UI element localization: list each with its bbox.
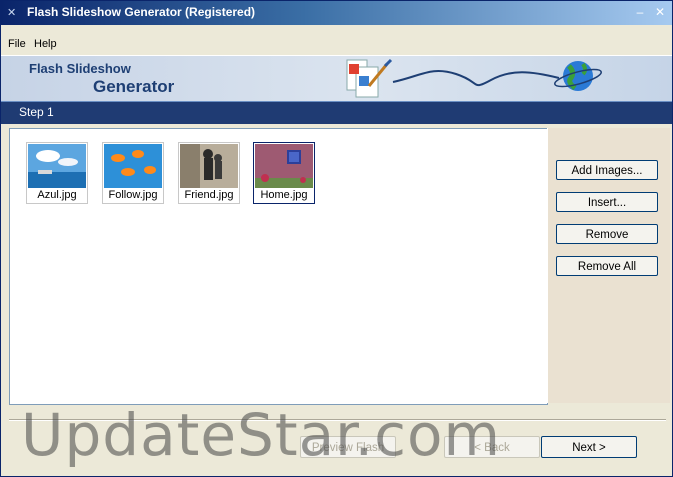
image-name: Follow.jpg <box>108 189 158 201</box>
thumbnail-friend <box>180 144 238 188</box>
image-item-azul[interactable]: Azul.jpg <box>26 142 88 204</box>
thumbnail-follow <box>104 144 162 188</box>
title-bar[interactable]: ✕ Flash Slideshow Generator (Registered)… <box>1 1 672 25</box>
globe-icon <box>554 61 602 91</box>
insert-button[interactable]: Insert... <box>556 192 658 212</box>
menu-file[interactable]: File <box>8 38 26 50</box>
image-item-friend[interactable]: Friend.jpg <box>178 142 240 204</box>
remove-all-button[interactable]: Remove All <box>556 256 658 276</box>
app-window: ✕ Flash Slideshow Generator (Registered)… <box>0 0 673 477</box>
header-banner: Flash Slideshow Generator <box>1 55 672 102</box>
curve-line <box>392 70 560 87</box>
add-images-button[interactable]: Add Images... <box>556 160 658 180</box>
close-icon[interactable]: ✕ <box>652 5 668 19</box>
back-button[interactable]: < Back <box>444 436 540 458</box>
image-item-follow[interactable]: Follow.jpg <box>102 142 164 204</box>
menu-bar: File Help <box>1 35 672 53</box>
document-icon <box>346 58 393 98</box>
remove-button[interactable]: Remove <box>556 224 658 244</box>
image-name: Friend.jpg <box>184 189 234 201</box>
preview-flash-button[interactable]: Preview Flash <box>300 436 396 458</box>
watermark-text: UpdateStar.com <box>21 401 501 469</box>
next-button[interactable]: Next > <box>541 436 637 458</box>
step-bar: Step 1 <box>1 101 672 124</box>
thumbnail-home <box>255 144 313 188</box>
window-title: Flash Slideshow Generator (Registered) <box>27 5 256 19</box>
step-label: Step 1 <box>19 105 54 119</box>
minimize-icon[interactable]: – <box>632 5 648 19</box>
footer-divider <box>9 419 666 421</box>
thumbnail-azul <box>28 144 86 188</box>
image-name: Home.jpg <box>260 189 308 201</box>
banner-graphic <box>346 58 602 98</box>
menu-help[interactable]: Help <box>34 38 57 50</box>
image-list[interactable]: Azul.jpg Follow.jpg Friend.jpg Home.jpg <box>9 128 548 405</box>
side-panel: Add Images... Insert... Remove Remove Al… <box>547 128 670 403</box>
app-icon[interactable]: ✕ <box>7 6 21 20</box>
image-item-home[interactable]: Home.jpg <box>253 142 315 204</box>
image-name: Azul.jpg <box>37 189 77 201</box>
